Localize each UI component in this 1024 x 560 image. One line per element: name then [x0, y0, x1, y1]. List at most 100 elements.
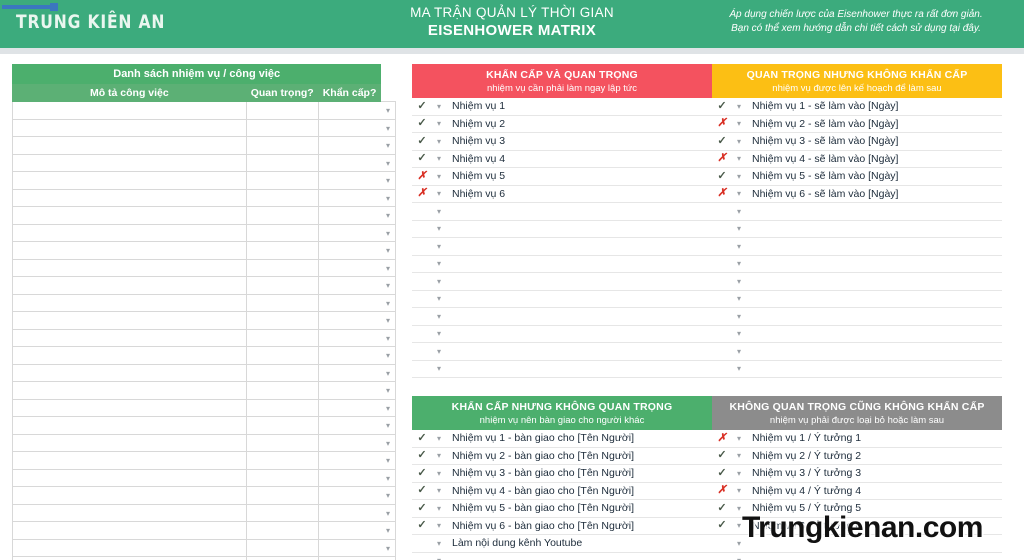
chevron-down-icon[interactable]: ▾ [732, 294, 746, 303]
chevron-down-icon[interactable]: ▾ [380, 398, 396, 417]
chevron-down-icon[interactable]: ▾ [432, 172, 446, 181]
list-item[interactable]: ▾ [712, 326, 1002, 343]
cell-important[interactable] [245, 521, 301, 540]
list-item[interactable]: ▾ [712, 238, 1002, 256]
chevron-down-icon[interactable]: ▾ [432, 486, 446, 495]
cell-urgent[interactable] [317, 416, 381, 435]
cell-urgent[interactable] [317, 381, 381, 400]
cell-important[interactable] [245, 486, 301, 505]
chevron-down-icon[interactable]: ▾ [732, 434, 746, 443]
list-item[interactable]: ✓ ▾ Nhiệm vụ 6 - bàn giao cho [Tên Người] [412, 518, 712, 535]
cell-urgent[interactable] [317, 521, 381, 540]
cell-description[interactable] [12, 206, 247, 225]
chevron-down-icon[interactable]: ▾ [380, 486, 396, 505]
chevron-down-icon[interactable]: ▾ [432, 154, 446, 163]
chevron-down-icon[interactable]: ▾ [432, 259, 446, 268]
cell-description[interactable] [12, 346, 247, 365]
chevron-down-icon[interactable]: ▾ [432, 207, 446, 216]
chevron-down-icon[interactable]: ▾ [732, 224, 746, 233]
chevron-down-icon[interactable] [300, 468, 319, 487]
chevron-down-icon[interactable]: ▾ [732, 469, 746, 478]
cell-description[interactable] [12, 118, 247, 137]
list-item[interactable]: ✓ ▾ Nhiệm vụ 5 - sẽ làm vào [Ngày] [712, 168, 1002, 186]
chevron-down-icon[interactable]: ▾ [432, 539, 446, 548]
cell-urgent[interactable] [317, 311, 381, 330]
chevron-down-icon[interactable]: ▾ [380, 188, 396, 207]
chevron-down-icon[interactable] [300, 206, 319, 225]
chevron-down-icon[interactable]: ▾ [732, 242, 746, 251]
chevron-down-icon[interactable]: ▾ [380, 521, 396, 540]
list-item[interactable]: ✓ ▾ Nhiệm vụ 5 - bàn giao cho [Tên Người] [412, 500, 712, 518]
table-row[interactable]: ▾ [12, 258, 396, 277]
chevron-down-icon[interactable]: ▾ [380, 346, 396, 365]
chevron-down-icon[interactable]: ▾ [732, 277, 746, 286]
list-item[interactable]: ✗ ▾ Nhiệm vụ 4 - sẽ làm vào [Ngày] [712, 151, 1002, 168]
chevron-down-icon[interactable]: ▾ [380, 276, 396, 295]
cell-description[interactable] [12, 451, 247, 470]
chevron-down-icon[interactable] [300, 556, 319, 560]
cell-important[interactable] [245, 118, 301, 137]
list-item[interactable]: ▾ Làm nội dung kênh Youtube [412, 535, 712, 553]
table-row[interactable]: ▾ [12, 556, 396, 560]
list-item[interactable]: ▾ [412, 238, 712, 256]
cell-important[interactable] [245, 328, 301, 347]
chevron-down-icon[interactable]: ▾ [380, 153, 396, 172]
table-row[interactable]: ▾ [12, 521, 396, 540]
list-item[interactable]: ▾ [412, 361, 712, 378]
table-row[interactable]: ▾ [12, 293, 396, 312]
table-row[interactable]: ▾ [12, 101, 396, 120]
table-row[interactable]: ▾ [12, 223, 396, 242]
chevron-down-icon[interactable]: ▾ [432, 224, 446, 233]
chevron-down-icon[interactable]: ▾ [732, 329, 746, 338]
chevron-down-icon[interactable]: ▾ [380, 206, 396, 225]
table-row[interactable]: ▾ [12, 416, 396, 435]
cell-description[interactable] [12, 171, 247, 190]
chevron-down-icon[interactable]: ▾ [432, 434, 446, 443]
cell-description[interactable] [12, 328, 247, 347]
list-item[interactable]: ▾ [412, 256, 712, 273]
chevron-down-icon[interactable] [300, 381, 319, 400]
table-row[interactable]: ▾ [12, 118, 396, 137]
cell-important[interactable] [245, 503, 301, 522]
cell-urgent[interactable] [317, 398, 381, 417]
chevron-down-icon[interactable] [300, 416, 319, 435]
chevron-down-icon[interactable] [300, 188, 319, 207]
cell-description[interactable] [12, 398, 247, 417]
list-item[interactable]: ✓ ▾ Nhiệm vụ 2 / Ý tưởng 2 [712, 448, 1002, 465]
cell-urgent[interactable] [317, 503, 381, 522]
chevron-down-icon[interactable]: ▾ [380, 363, 396, 382]
list-item[interactable]: ▾ [712, 273, 1002, 291]
chevron-down-icon[interactable]: ▾ [380, 538, 396, 557]
list-item[interactable]: ✓ ▾ Nhiệm vụ 1 - sẽ làm vào [Ngày] [712, 98, 1002, 116]
list-item[interactable]: ▾ [412, 203, 712, 221]
cell-urgent[interactable] [317, 206, 381, 225]
table-row[interactable]: ▾ [12, 451, 396, 470]
chevron-down-icon[interactable]: ▾ [380, 381, 396, 400]
cell-important[interactable] [245, 416, 301, 435]
table-row[interactable]: ▾ [12, 433, 396, 452]
cell-urgent[interactable] [317, 101, 381, 120]
chevron-down-icon[interactable]: ▾ [380, 328, 396, 347]
chevron-down-icon[interactable]: ▾ [432, 521, 446, 530]
cell-description[interactable] [12, 363, 247, 382]
list-item[interactable]: ✗ ▾ Nhiệm vụ 6 - sẽ làm vào [Ngày] [712, 186, 1002, 203]
chevron-down-icon[interactable]: ▾ [732, 486, 746, 495]
cell-urgent[interactable] [317, 258, 381, 277]
chevron-down-icon[interactable]: ▾ [432, 364, 446, 373]
cell-description[interactable] [12, 101, 247, 120]
chevron-down-icon[interactable] [300, 136, 319, 155]
list-item[interactable]: ▾ [712, 221, 1002, 238]
cell-urgent[interactable] [317, 433, 381, 452]
column-header-important[interactable]: Quan trọng? [245, 83, 319, 102]
cell-description[interactable] [12, 258, 247, 277]
cell-urgent[interactable] [317, 136, 381, 155]
chevron-down-icon[interactable]: ▾ [380, 433, 396, 452]
chevron-down-icon[interactable]: ▾ [380, 556, 396, 560]
chevron-down-icon[interactable]: ▾ [380, 293, 396, 312]
chevron-down-icon[interactable]: ▾ [380, 503, 396, 522]
chevron-down-icon[interactable]: ▾ [732, 207, 746, 216]
chevron-down-icon[interactable]: ▾ [380, 171, 396, 190]
table-row[interactable]: ▾ [12, 486, 396, 505]
cell-urgent[interactable] [317, 188, 381, 207]
cell-important[interactable] [245, 451, 301, 470]
